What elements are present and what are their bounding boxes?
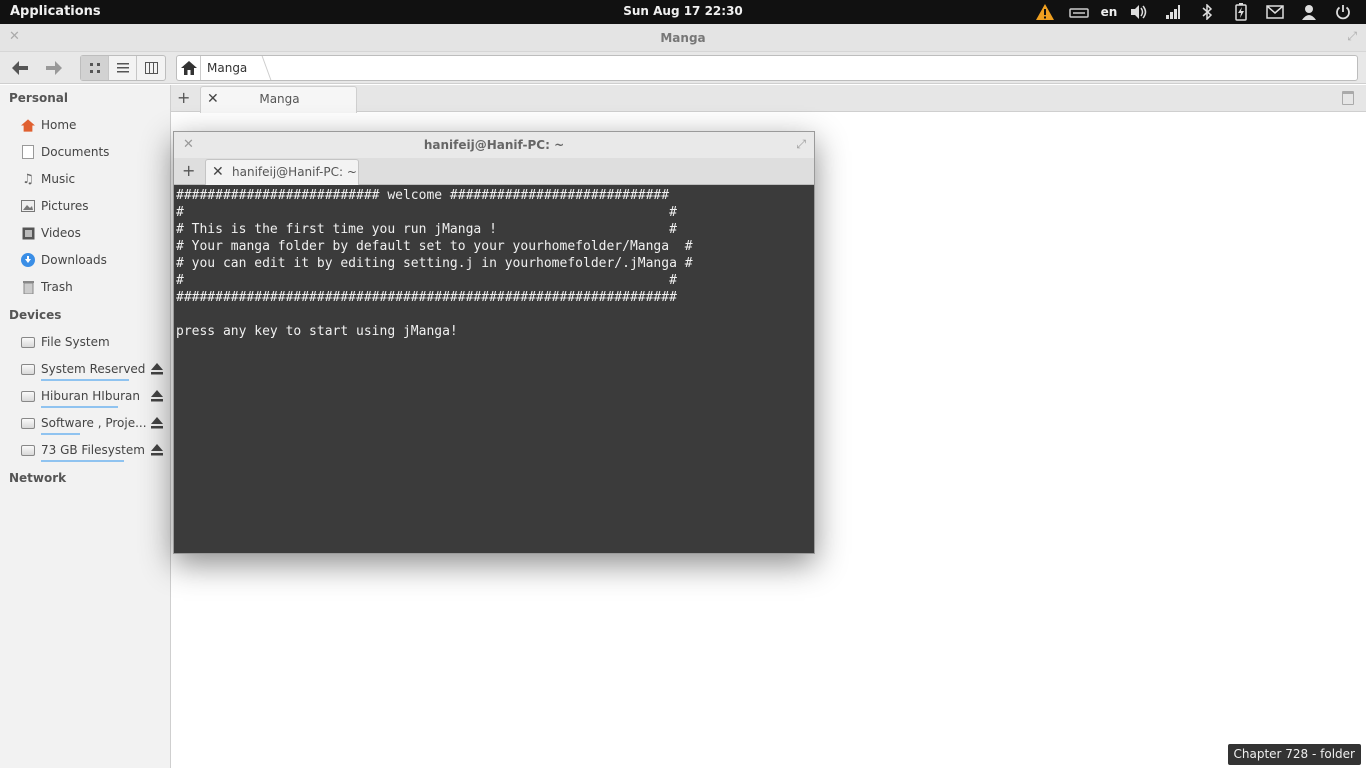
battery-icon[interactable] [1224, 1, 1258, 23]
close-tab-icon[interactable]: ✕ [212, 164, 224, 180]
trash-icon[interactable] [1342, 91, 1354, 105]
terminal-titlebar: ✕ hanifeij@Hanif-PC: ~ ⤢ [174, 132, 814, 158]
new-tab-button[interactable]: + [177, 88, 190, 107]
keyboard-icon[interactable] [1062, 1, 1096, 23]
sidebar-item-videos[interactable]: Videos [20, 223, 165, 243]
sidebar-item-software[interactable]: Software , Proje... [20, 413, 165, 435]
top-panel: Applications Sun Aug 17 22:30 en [0, 0, 1366, 24]
terminal-line: # This is the first time you run jManga … [176, 222, 677, 237]
usage-bar [41, 460, 124, 462]
list-view-icon[interactable] [109, 56, 137, 80]
mail-icon[interactable] [1258, 1, 1292, 23]
tab-manga[interactable]: ✕ Manga [200, 86, 357, 113]
drive-icon [20, 442, 36, 458]
status-tooltip: Chapter 728 - folder [1227, 744, 1361, 765]
sidebar-heading-personal: Personal [9, 91, 68, 105]
location-bar[interactable]: Manga [176, 55, 1358, 81]
bluetooth-icon[interactable] [1190, 1, 1224, 23]
home-icon[interactable] [177, 56, 201, 80]
view-mode-switcher [80, 55, 166, 81]
home-icon [20, 117, 36, 133]
terminal-output[interactable]: ########################## welcome #####… [174, 185, 814, 553]
terminal-line: # Your manga folder by default set to yo… [176, 239, 693, 254]
terminal-line: # you can edit it by editing setting.j i… [176, 256, 693, 271]
sidebar-heading-devices: Devices [9, 308, 62, 322]
terminal-window: ✕ hanifeij@Hanif-PC: ~ ⤢ + ✕ hanifeij@Ha… [173, 131, 815, 554]
terminal-line: press any key to start using jManga! [176, 324, 458, 339]
forward-button[interactable] [42, 56, 66, 80]
usage-bar [41, 379, 129, 381]
column-view-icon[interactable] [137, 56, 165, 80]
toolbar: Manga [0, 52, 1366, 84]
sidebar-item-73gb-filesystem[interactable]: 73 GB Filesystem [20, 440, 165, 462]
sidebar-item-trash[interactable]: Trash [20, 277, 165, 297]
new-tab-button[interactable]: + [182, 161, 195, 180]
drive-icon [20, 415, 36, 431]
maximize-icon[interactable]: ⤢ [796, 137, 806, 152]
maximize-icon[interactable]: ⤢ [1347, 29, 1357, 44]
system-tray: en [1028, 1, 1360, 23]
power-icon[interactable] [1326, 1, 1360, 23]
drive-icon [20, 361, 36, 377]
sidebar: Personal Home Documents ♫ Music Pictures… [0, 85, 171, 768]
sidebar-item-music[interactable]: ♫ Music [20, 169, 165, 189]
documents-icon [20, 144, 36, 160]
eject-icon[interactable] [151, 443, 163, 457]
terminal-line: # # [176, 273, 677, 288]
sidebar-item-hiburan[interactable]: Hiburan HIburan [20, 386, 165, 408]
volume-icon[interactable] [1122, 1, 1156, 23]
applications-menu[interactable]: Applications [10, 4, 101, 19]
videos-icon [20, 225, 36, 241]
pictures-icon [20, 198, 36, 214]
downloads-icon [20, 252, 36, 268]
signal-icon[interactable] [1156, 1, 1190, 23]
eject-icon[interactable] [151, 416, 163, 430]
drive-icon [20, 388, 36, 404]
sidebar-item-pictures[interactable]: Pictures [20, 196, 165, 216]
terminal-tab[interactable]: ✕ hanifeij@Hanif-PC: ~ [205, 159, 359, 185]
breadcrumb-manga[interactable]: Manga [207, 61, 247, 75]
file-manager-tabbar: + ✕ Manga [171, 85, 1366, 113]
terminal-tabbar: + ✕ hanifeij@Hanif-PC: ~ [174, 158, 814, 185]
file-manager-titlebar: ✕ Manga ⤢ [0, 24, 1366, 52]
terminal-line: ########################## welcome #####… [176, 188, 670, 203]
sidebar-item-downloads[interactable]: Downloads [20, 250, 165, 270]
eject-icon[interactable] [151, 389, 163, 403]
terminal-line: ########################################… [176, 290, 677, 305]
terminal-line: # # [176, 205, 677, 220]
usage-bar [41, 406, 118, 408]
sidebar-item-system-reserved[interactable]: System Reserved [20, 359, 165, 381]
usage-bar [41, 433, 80, 435]
sidebar-item-home[interactable]: Home [20, 115, 165, 135]
drive-icon [20, 334, 36, 350]
eject-icon[interactable] [151, 362, 163, 376]
music-icon: ♫ [22, 171, 34, 187]
user-icon[interactable] [1292, 1, 1326, 23]
sidebar-item-documents[interactable]: Documents [20, 142, 165, 162]
arrow-left-icon [12, 61, 28, 75]
back-button[interactable] [8, 56, 32, 80]
breadcrumb-separator [252, 56, 272, 80]
trash-icon [20, 279, 36, 295]
terminal-title: hanifeij@Hanif-PC: ~ [423, 138, 565, 152]
language-indicator[interactable]: en [1096, 1, 1122, 23]
grid-view-icon[interactable] [81, 56, 109, 80]
sidebar-heading-network[interactable]: Network [9, 471, 66, 485]
arrow-right-icon [46, 61, 62, 75]
sidebar-item-file-system[interactable]: File System [20, 332, 165, 352]
warning-icon[interactable] [1028, 1, 1062, 23]
window-title: Manga [660, 31, 706, 45]
